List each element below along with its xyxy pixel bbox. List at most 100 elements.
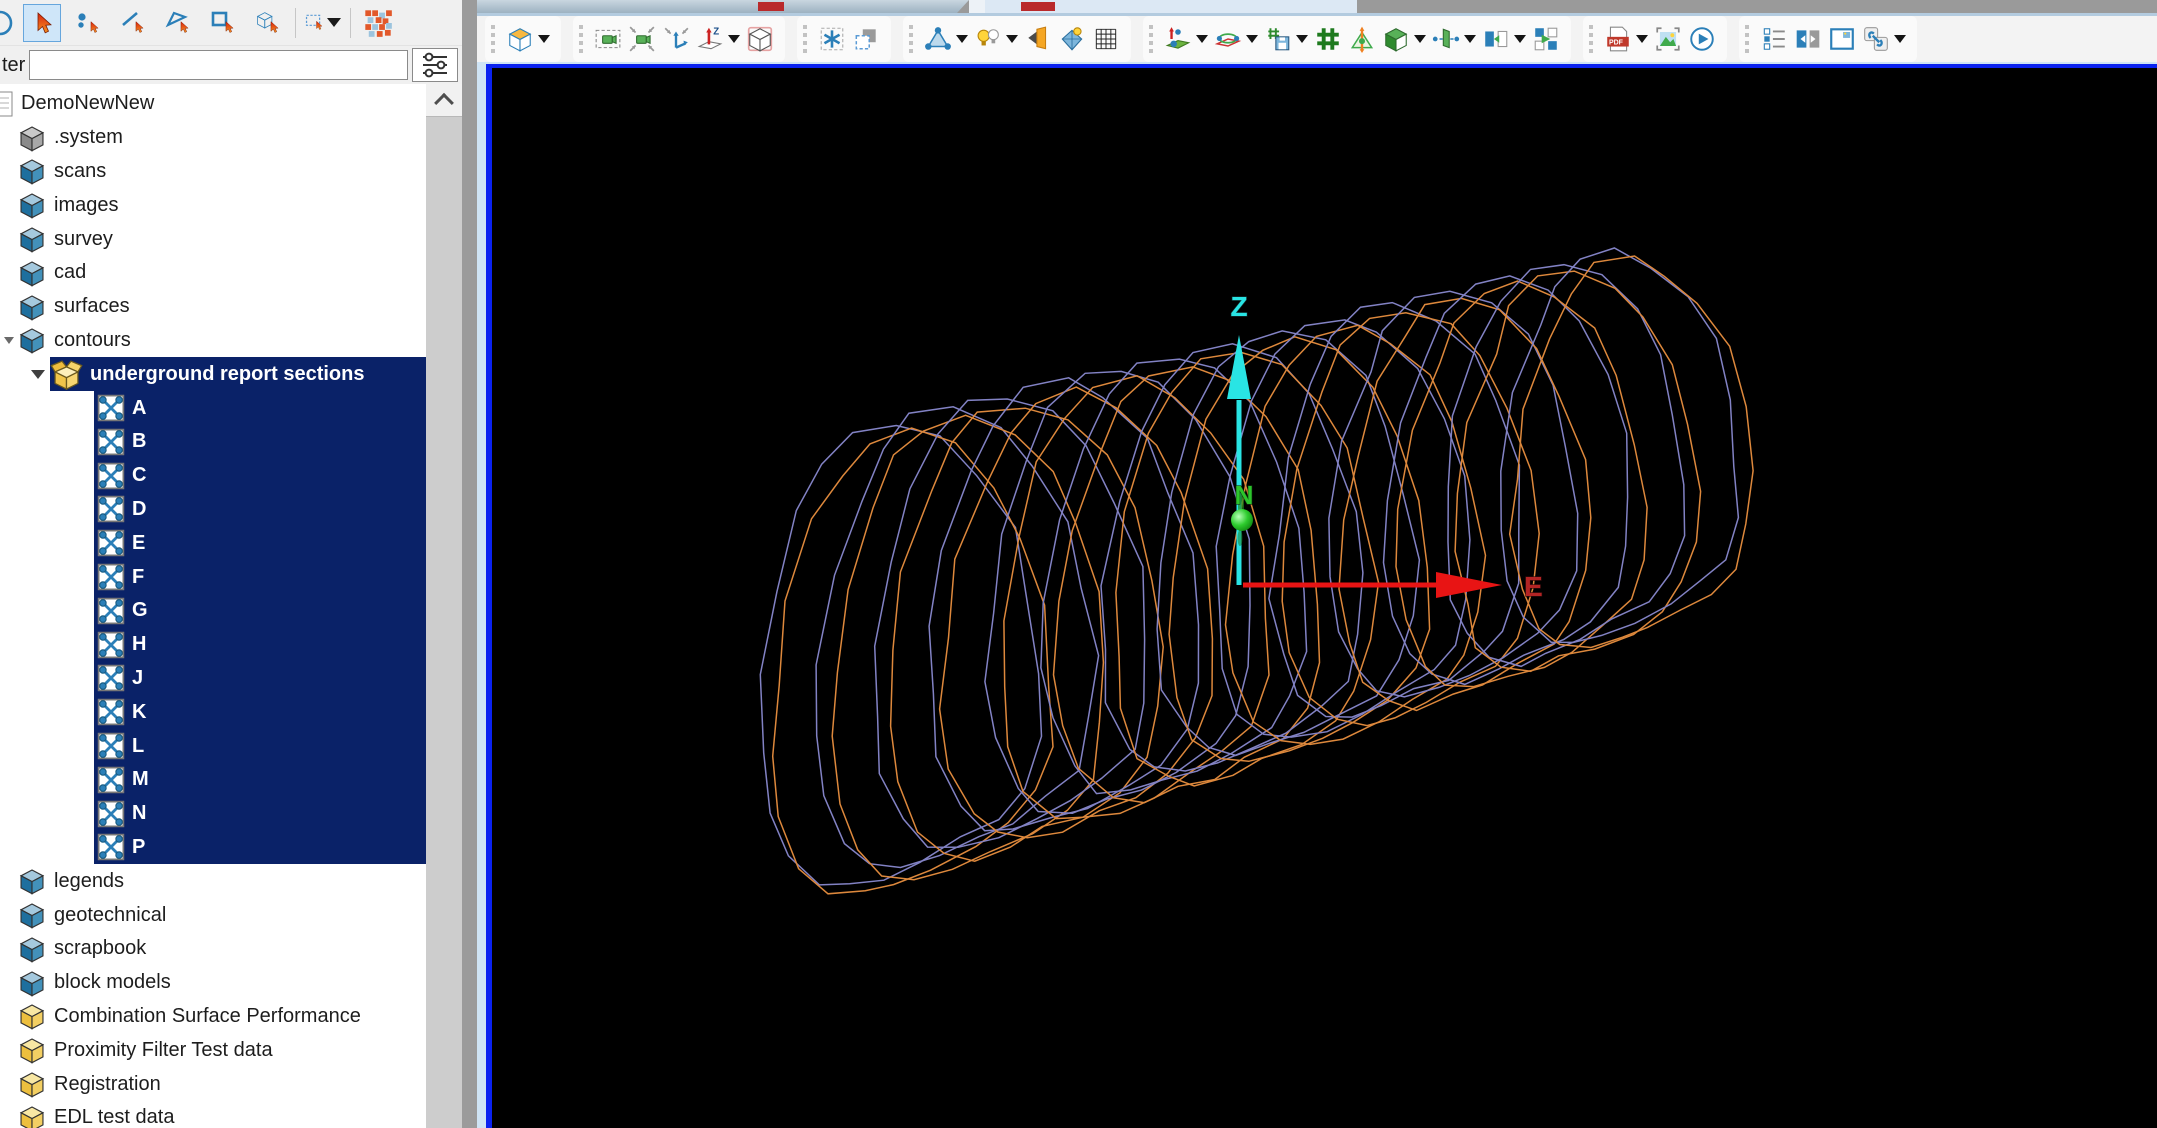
tree-item-label: scrapbook: [54, 937, 146, 960]
cube-blue-icon: [17, 156, 47, 186]
select-polygon-icon: [165, 10, 191, 36]
split-view-button[interactable]: [1792, 21, 1824, 57]
play-animation-button[interactable]: [1686, 21, 1718, 57]
section-plane-button[interactable]: [1430, 21, 1478, 57]
tree-item-m[interactable]: M: [0, 763, 426, 797]
tree-indent: [0, 256, 17, 290]
expander-down-icon[interactable]: [4, 337, 14, 344]
panel-splitter[interactable]: [462, 0, 477, 1128]
tree-item-surface: surfaces: [17, 290, 426, 324]
save-grid-button[interactable]: [1262, 21, 1310, 57]
zoom-data-extents-button[interactable]: [660, 21, 692, 57]
viewport-3d[interactable]: ZEN: [486, 64, 2157, 1128]
tree-item-d[interactable]: D: [0, 493, 426, 527]
tree-item-scans[interactable]: scans: [0, 155, 426, 189]
tree-item-h[interactable]: H: [0, 628, 426, 662]
tree-item-b[interactable]: B: [0, 425, 426, 459]
filter-settings-button[interactable]: [412, 48, 458, 82]
filter-input[interactable]: [29, 50, 408, 80]
tree-indent: [0, 357, 50, 391]
select-rectangle-button[interactable]: [205, 5, 241, 41]
tree-item-k[interactable]: K: [0, 695, 426, 729]
tree-item-f[interactable]: F: [0, 560, 426, 594]
tree-scrollbar[interactable]: [426, 84, 462, 1128]
tin-surface-button[interactable]: [922, 21, 970, 57]
box-clip-button[interactable]: [1380, 21, 1428, 57]
orbit-focus-button[interactable]: [1346, 21, 1378, 57]
tree-item-combination-surface-performance[interactable]: Combination Surface Performance: [0, 1000, 426, 1034]
tree-item-block-models[interactable]: block models: [0, 966, 426, 1000]
snap-points-button[interactable]: [816, 21, 848, 57]
tree-item-label: B: [132, 430, 146, 453]
tree-item-edl-test-data[interactable]: EDL test data: [0, 1101, 426, 1128]
group-grip[interactable]: [491, 25, 495, 53]
scrollbar-thumb[interactable]: [426, 116, 462, 1128]
tree-item-geotechnical[interactable]: geotechnical: [0, 898, 426, 932]
view-all-button[interactable]: [744, 21, 776, 57]
zoom-extents-button[interactable]: [626, 21, 658, 57]
snapshot-image-button[interactable]: [1652, 21, 1684, 57]
tree-item-a[interactable]: A: [0, 391, 426, 425]
tree-item-images[interactable]: images: [0, 188, 426, 222]
tree-item-e[interactable]: E: [0, 526, 426, 560]
section-series-button[interactable]: [1530, 21, 1562, 57]
tree-item-legends[interactable]: legends: [0, 864, 426, 898]
tree-item-surfaces[interactable]: surfaces: [0, 290, 426, 324]
plan-view-button[interactable]: Z: [694, 21, 742, 57]
export-pdf-icon: PDF: [1604, 25, 1632, 53]
select-cursor-button[interactable]: [23, 4, 61, 42]
section-pair-button[interactable]: [1480, 21, 1528, 57]
render-quality-button[interactable]: [1056, 21, 1088, 57]
group-grip[interactable]: [1149, 25, 1153, 53]
select-solid-button[interactable]: [250, 5, 286, 41]
link-views-button[interactable]: [1860, 21, 1908, 57]
clip-plane-button[interactable]: [1212, 21, 1260, 57]
scene-canvas[interactable]: ZEN: [492, 68, 2157, 1128]
new-window-button[interactable]: [1826, 21, 1858, 57]
group-grip[interactable]: [579, 25, 583, 53]
view-tab-1[interactable]: [477, 0, 969, 13]
export-pdf-button[interactable]: PDF: [1602, 21, 1650, 57]
view-tab-2[interactable]: [985, 0, 1357, 13]
group-grip[interactable]: [803, 25, 807, 53]
select-marquee-button[interactable]: [305, 5, 341, 41]
lighting-button[interactable]: [972, 21, 1020, 57]
tree-item-c[interactable]: C: [0, 459, 426, 493]
legend-list-button[interactable]: [1758, 21, 1790, 57]
select-line-button[interactable]: [115, 5, 151, 41]
tree-item-label: contours: [54, 329, 131, 352]
section-outline: [1455, 271, 1701, 671]
group-grip[interactable]: [909, 25, 913, 53]
tree-item-proximity-filter-test-data[interactable]: Proximity Filter Test data: [0, 1033, 426, 1067]
tree-item-n[interactable]: N: [0, 797, 426, 831]
string-mosaic-button[interactable]: [360, 5, 396, 41]
tree-item-l[interactable]: L: [0, 729, 426, 763]
tree-item--system[interactable]: .system: [0, 121, 426, 155]
tree-item-contours[interactable]: contours: [0, 324, 426, 358]
register-point-button[interactable]: [1162, 21, 1210, 57]
select-points-button[interactable]: [70, 5, 106, 41]
scrollbar-up-button[interactable]: [426, 84, 462, 116]
tree-item-j[interactable]: J: [0, 662, 426, 696]
tree-item-underground-report-sections[interactable]: underground report sections: [0, 357, 426, 391]
tree-item-demonewnew[interactable]: DemoNewNew: [0, 87, 426, 121]
cube-blue-icon: [17, 866, 47, 896]
view-orientation-button[interactable]: [504, 21, 552, 57]
history-circle-partial-button[interactable]: [0, 5, 14, 41]
tree-item-scrapbook[interactable]: scrapbook: [0, 932, 426, 966]
tree-item-survey[interactable]: survey: [0, 222, 426, 256]
announce-button[interactable]: [1022, 21, 1054, 57]
expander-down-icon[interactable]: [31, 370, 45, 379]
tree-item-registration[interactable]: Registration: [0, 1067, 426, 1101]
grid-display-button[interactable]: [1090, 21, 1122, 57]
tree-item-g[interactable]: G: [0, 594, 426, 628]
select-polygon-button[interactable]: [160, 5, 196, 41]
tree-item-p[interactable]: P: [0, 831, 426, 865]
group-grip[interactable]: [1745, 25, 1749, 53]
zoom-selection-button[interactable]: [592, 21, 624, 57]
tree-item-cad[interactable]: cad: [0, 256, 426, 290]
group-grip[interactable]: [1589, 25, 1593, 53]
copy-view-button[interactable]: [850, 21, 882, 57]
tree-item-surface: E: [94, 526, 426, 560]
grid-green-button[interactable]: [1312, 21, 1344, 57]
